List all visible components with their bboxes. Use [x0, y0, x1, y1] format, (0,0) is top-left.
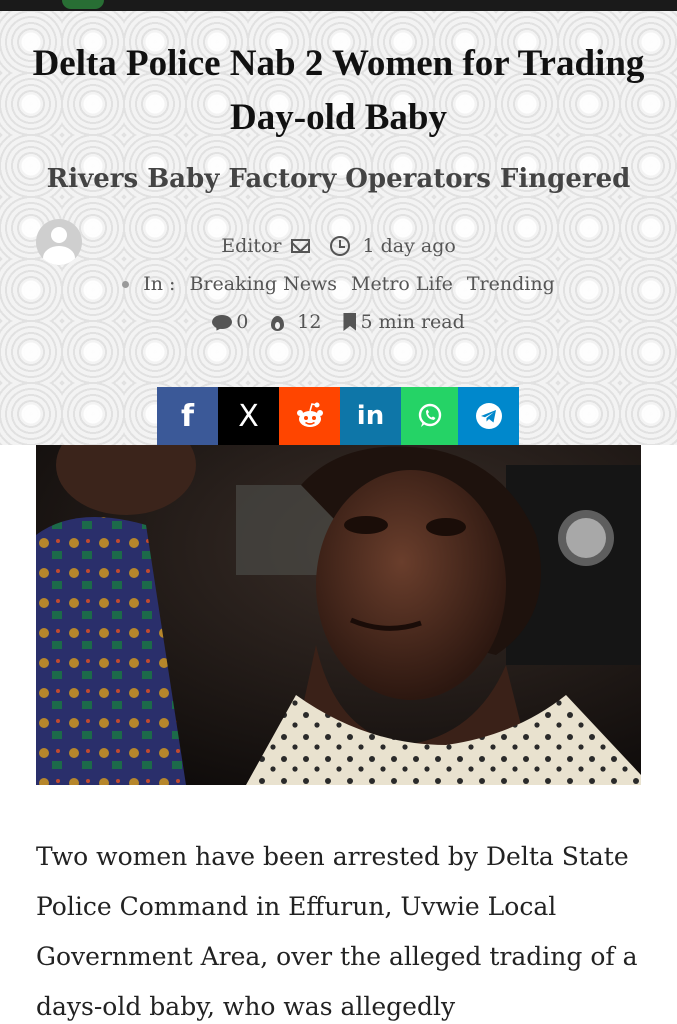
article-body: Two women have been arrested by Delta St…	[36, 842, 638, 1021]
whatsapp-icon	[418, 403, 441, 427]
share-bar: f X in	[157, 387, 519, 445]
article-header: Delta Police Nab 2 Women for Trading Day…	[0, 11, 677, 445]
article-subtitle: Rivers Baby Factory Operators Fingered	[46, 164, 631, 194]
facebook-icon: f	[180, 398, 195, 434]
share-x-button[interactable]: X	[218, 387, 279, 445]
share-whatsapp-button[interactable]	[401, 387, 458, 445]
share-linkedin-button[interactable]: in	[340, 387, 401, 445]
read-time: 5 min read	[360, 311, 465, 333]
category-prefix: In :	[143, 273, 176, 295]
article-featured-image[interactable]	[36, 445, 641, 785]
site-logo[interactable]	[62, 0, 104, 9]
bookmark-icon	[343, 313, 357, 331]
category-meta: In : Breaking News Metro Life Trending	[0, 269, 677, 299]
bullet-icon	[122, 280, 130, 288]
top-bar	[0, 0, 677, 11]
share-facebook-button[interactable]: f	[157, 387, 218, 445]
share-reddit-button[interactable]	[279, 387, 340, 445]
telegram-icon	[475, 403, 502, 429]
stats-meta: 0 12 5 min read	[0, 307, 677, 337]
category-link-breaking-news[interactable]: Breaking News	[189, 273, 337, 295]
comment-icon	[212, 315, 233, 329]
fire-icon	[270, 313, 285, 331]
view-count: 12	[297, 311, 322, 333]
mail-icon[interactable]	[291, 239, 311, 253]
category-link-trending[interactable]: Trending	[467, 273, 555, 295]
clock-icon	[330, 236, 351, 256]
author-name[interactable]: Editor	[221, 235, 281, 257]
featured-photo	[36, 445, 641, 785]
linkedin-icon: in	[356, 401, 385, 431]
x-icon: X	[238, 398, 259, 434]
reddit-icon	[296, 402, 323, 427]
share-telegram-button[interactable]	[458, 387, 519, 445]
category-link-metro-life[interactable]: Metro Life	[351, 273, 453, 295]
author-meta: Editor 1 day ago	[0, 231, 677, 261]
article-title: Delta Police Nab 2 Women for Trading Day…	[32, 43, 645, 138]
post-time: 1 day ago	[362, 235, 456, 257]
comment-count[interactable]: 0	[236, 311, 248, 333]
